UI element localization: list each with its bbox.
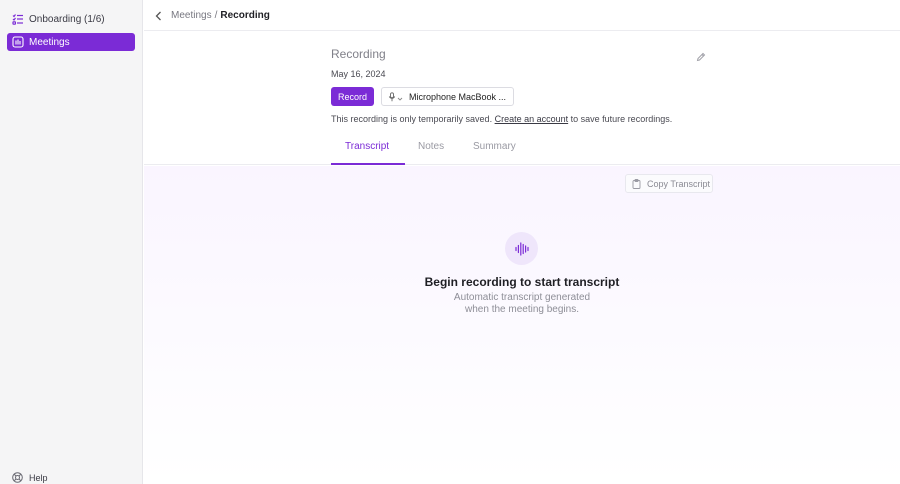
breadcrumb: Meetings / Recording [171, 10, 270, 21]
notice-suffix: to save future recordings. [570, 114, 673, 124]
breadcrumb-current: Recording [220, 10, 270, 21]
sidebar-item-onboarding[interactable]: Onboarding (1/6) [7, 10, 135, 28]
sidebar-item-meetings[interactable]: Meetings [7, 33, 135, 51]
breadcrumb-separator: / [214, 10, 218, 21]
microphone-select-value: Microphone MacBook ... [409, 91, 507, 102]
empty-state-line-1: Automatic transcript generated [453, 292, 591, 303]
recording-date: May 16, 2024 [331, 69, 386, 79]
help-icon [12, 472, 23, 483]
recording-title-input[interactable] [331, 47, 631, 61]
sidebar: Onboarding (1/6) Meetings Help [0, 0, 143, 484]
top-bar: Meetings / Recording [144, 0, 900, 31]
copy-transcript-label: Copy Transcript [647, 178, 711, 189]
back-arrow-icon[interactable] [154, 9, 164, 21]
help-label: Help [29, 472, 48, 483]
active-tab-indicator [331, 163, 405, 165]
pencil-icon[interactable] [696, 49, 706, 62]
chevron-down-icon [397, 94, 403, 101]
temporary-save-notice: This recording is only temporarily saved… [331, 114, 672, 124]
notice-text: This recording is only temporarily saved… [331, 114, 493, 124]
empty-state-line-2: when the meeting begins. [465, 304, 579, 315]
tab-notes[interactable]: Notes [418, 141, 444, 152]
sidebar-item-label: Meetings [29, 36, 70, 48]
breadcrumb-parent[interactable]: Meetings [171, 10, 212, 21]
help-link[interactable]: Help [12, 472, 48, 483]
microphone-icon [388, 91, 396, 102]
audio-waveform-icon [505, 232, 538, 265]
sidebar-item-label: Onboarding (1/6) [29, 13, 105, 25]
tabs: Transcript Notes Summary [144, 131, 900, 165]
transcript-panel: Copy Transcript Begin recording to start… [144, 166, 900, 484]
checklist-icon [12, 13, 24, 25]
record-button[interactable]: Record [331, 87, 374, 106]
tab-transcript[interactable]: Transcript [345, 141, 389, 152]
copy-transcript-button[interactable]: Copy Transcript [625, 174, 713, 193]
empty-state-description: Automatic transcript generated when the … [144, 292, 900, 316]
meetings-icon [12, 36, 24, 48]
tab-summary[interactable]: Summary [473, 141, 516, 152]
clipboard-icon [632, 178, 641, 189]
create-account-link[interactable]: Create an account [495, 114, 569, 124]
microphone-select[interactable]: Microphone MacBook ... [381, 87, 514, 106]
empty-state-title: Begin recording to start transcript [424, 275, 620, 289]
